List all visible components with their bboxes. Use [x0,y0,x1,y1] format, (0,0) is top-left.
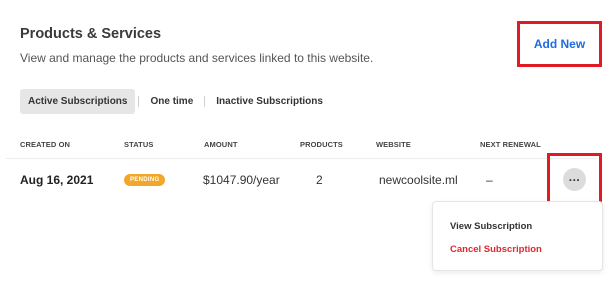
cell-amount: $1047.90/year [203,173,280,187]
page-subtitle: View and manage the products and service… [20,51,374,65]
page-title: Products & Services [20,26,162,42]
status-badge: PENDING [124,174,166,186]
cell-products: 2 [316,173,323,187]
column-header-website: WEBSITE [376,140,411,149]
column-header-next-renewal: NEXT RENEWAL [480,140,541,149]
more-options-button[interactable]: ... [563,168,586,191]
tab-separator [204,96,206,107]
column-header-created-on: CREATED ON [20,140,71,149]
column-header-status: STATUS [124,140,154,149]
add-new-button[interactable]: Add New [534,37,585,51]
menu-item-cancel-subscription[interactable]: Cancel Subscription [450,244,542,255]
cell-next-renewal: – [486,173,493,187]
more-horizontal-icon: ... [568,170,581,184]
row-actions-dropdown: View Subscription Cancel Subscription [432,201,603,271]
menu-item-view-subscription[interactable]: View Subscription [450,221,532,232]
add-new-highlight: Add New [517,21,602,67]
tab-separator [138,96,140,107]
cell-created-on: Aug 16, 2021 [20,173,94,187]
subscription-tabs: Active Subscriptions One time Inactive S… [20,89,331,114]
table-divider [6,158,596,159]
row-menu-highlight: ... [547,153,602,206]
column-header-products: PRODUCTS [300,140,343,149]
tab-one-time[interactable]: One time [142,89,201,114]
cell-website: newcoolsite.ml [379,173,458,187]
column-header-amount: AMOUNT [204,140,238,149]
tab-inactive-subscriptions[interactable]: Inactive Subscriptions [208,89,331,114]
tab-active-subscriptions[interactable]: Active Subscriptions [20,89,136,114]
